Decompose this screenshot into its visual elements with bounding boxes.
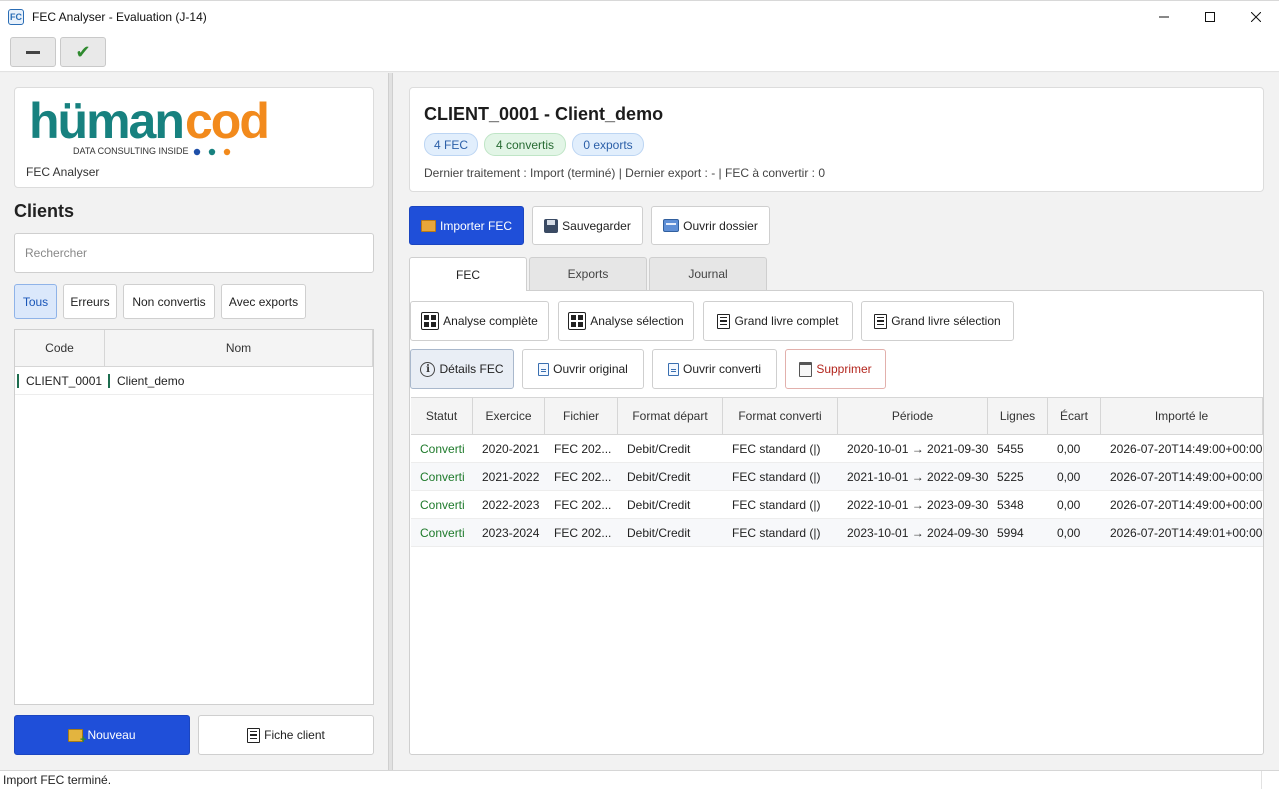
column-header-nom[interactable]: Nom bbox=[105, 330, 373, 366]
column-header-importe-le[interactable]: Importé le bbox=[1101, 398, 1263, 434]
clients-table-header: Code Nom bbox=[15, 330, 373, 367]
search-input[interactable] bbox=[14, 233, 374, 273]
document-icon bbox=[717, 313, 731, 329]
client-name-cell: Client_demo bbox=[105, 367, 373, 394]
open-converted-button[interactable]: Ouvrir converti bbox=[652, 349, 777, 389]
close-icon bbox=[1251, 12, 1261, 22]
title-bar: FC FEC Analyser - Evaluation (J-14) bbox=[0, 0, 1279, 32]
save-icon bbox=[544, 218, 559, 233]
tab-exports[interactable]: Exports bbox=[529, 257, 647, 290]
left-panel: hüman cod DATA CONSULTING INSIDE FEC Ana… bbox=[0, 73, 388, 770]
status-message: Import FEC terminé. bbox=[3, 773, 112, 787]
full-ledger-button[interactable]: Grand livre complet bbox=[703, 301, 853, 341]
badge-fec-count: 4 FEC bbox=[424, 133, 478, 156]
client-meta: Dernier traitement : Import (terminé) | … bbox=[424, 166, 826, 180]
client-title: CLIENT_0001 - Client_demo bbox=[424, 104, 664, 124]
delete-button[interactable]: Supprimer bbox=[785, 349, 886, 389]
company-logo: hüman cod DATA CONSULTING INSIDE bbox=[29, 96, 270, 156]
clients-table: Code Nom CLIENT_0001 Client_demo bbox=[14, 329, 374, 705]
maximize-button[interactable] bbox=[1187, 1, 1233, 33]
filter-tous[interactable]: Tous bbox=[14, 284, 57, 319]
right-panel: CLIENT_0001 - Client_demo 4 FEC 4 conver… bbox=[393, 73, 1279, 770]
fec-tab-pane: Analyse complète Analyse sélection Grand… bbox=[409, 290, 1264, 755]
table-row[interactable]: Converti 2020-2021 FEC 202... Debit/Cred… bbox=[411, 435, 1263, 463]
close-button[interactable] bbox=[1233, 1, 1279, 33]
selection-ledger-button[interactable]: Grand livre sélection bbox=[861, 301, 1014, 341]
status-bar: Import FEC terminé. bbox=[0, 770, 1279, 789]
save-button[interactable]: Sauvegarder bbox=[532, 206, 643, 245]
open-original-button[interactable]: Ouvrir original bbox=[522, 349, 644, 389]
check-icon: ✔ bbox=[75, 41, 91, 62]
folder-icon bbox=[420, 219, 436, 232]
client-sheet-button[interactable]: Fiche client bbox=[198, 715, 374, 755]
table-row[interactable]: Converti 2021-2022 FEC 202... Debit/Cred… bbox=[411, 463, 1263, 491]
resize-grip[interactable] bbox=[1261, 771, 1279, 789]
tab-journal[interactable]: Journal bbox=[649, 257, 767, 290]
client-code-cell: CLIENT_0001 bbox=[15, 367, 105, 394]
svg-text:cod: cod bbox=[185, 96, 268, 149]
file-icon bbox=[538, 362, 550, 376]
filter-non-convertis[interactable]: Non convertis bbox=[123, 284, 215, 319]
minus-button[interactable] bbox=[10, 37, 56, 67]
column-header-format-depart[interactable]: Format départ bbox=[618, 398, 723, 434]
column-header-exercice[interactable]: Exercice bbox=[473, 398, 545, 434]
document-icon bbox=[874, 313, 888, 329]
minimize-button[interactable] bbox=[1141, 1, 1187, 33]
window-controls bbox=[1141, 1, 1279, 33]
filter-erreurs[interactable]: Erreurs bbox=[63, 284, 117, 319]
badge-converted-count: 4 convertis bbox=[484, 133, 566, 156]
column-header-format-converti[interactable]: Format converti bbox=[723, 398, 838, 434]
column-header-periode[interactable]: Période bbox=[838, 398, 988, 434]
badge-exports-count: 0 exports bbox=[572, 133, 644, 156]
tab-fec[interactable]: FEC bbox=[409, 257, 527, 291]
new-client-button[interactable]: Nouveau bbox=[14, 715, 190, 755]
fec-table-header: Statut Exercice Fichier Format départ Fo… bbox=[411, 397, 1263, 435]
minus-icon bbox=[26, 50, 40, 54]
validate-button[interactable]: ✔ bbox=[60, 37, 106, 67]
open-folder-icon bbox=[663, 219, 680, 232]
table-row[interactable]: CLIENT_0001 Client_demo bbox=[15, 367, 373, 395]
full-analysis-button[interactable]: Analyse complète bbox=[410, 301, 549, 341]
grid-icon bbox=[568, 312, 587, 330]
grid-icon bbox=[421, 312, 440, 330]
open-folder-button[interactable]: Ouvrir dossier bbox=[651, 206, 770, 245]
file-icon bbox=[667, 362, 679, 376]
column-header-fichier[interactable]: Fichier bbox=[545, 398, 618, 434]
info-icon: i bbox=[420, 361, 436, 377]
table-row[interactable]: Converti 2022-2023 FEC 202... Debit/Cred… bbox=[411, 491, 1263, 519]
table-row[interactable]: Converti 2023-2024 FEC 202... Debit/Cred… bbox=[411, 519, 1263, 547]
trash-icon bbox=[799, 361, 813, 377]
logo-card: hüman cod DATA CONSULTING INSIDE FEC Ana… bbox=[14, 87, 374, 188]
filter-avec-exports[interactable]: Avec exports bbox=[221, 284, 306, 319]
app-icon: FC bbox=[8, 8, 24, 25]
minimize-icon bbox=[1159, 16, 1169, 18]
column-header-ecart[interactable]: Écart bbox=[1048, 398, 1101, 434]
clients-heading: Clients bbox=[14, 201, 75, 221]
toolbar: ✔ bbox=[0, 32, 1279, 72]
client-summary-card: CLIENT_0001 - Client_demo 4 FEC 4 conver… bbox=[409, 87, 1264, 192]
fec-table: Statut Exercice Fichier Format départ Fo… bbox=[411, 397, 1263, 547]
window-title: FEC Analyser - Evaluation (J-14) bbox=[32, 9, 207, 24]
selection-analysis-button[interactable]: Analyse sélection bbox=[558, 301, 694, 341]
maximize-icon bbox=[1205, 12, 1215, 22]
column-header-statut[interactable]: Statut bbox=[411, 398, 473, 434]
document-icon bbox=[247, 727, 261, 743]
column-header-code[interactable]: Code bbox=[15, 330, 105, 366]
app-name: FEC Analyser bbox=[26, 165, 100, 179]
new-folder-icon bbox=[68, 728, 86, 746]
import-fec-button[interactable]: Importer FEC bbox=[409, 206, 524, 245]
column-header-lignes[interactable]: Lignes bbox=[988, 398, 1048, 434]
svg-text:DATA CONSULTING INSIDE: DATA CONSULTING INSIDE bbox=[73, 146, 189, 156]
fec-details-button[interactable]: i Détails FEC bbox=[410, 349, 514, 389]
svg-text:hüman: hüman bbox=[29, 96, 183, 149]
